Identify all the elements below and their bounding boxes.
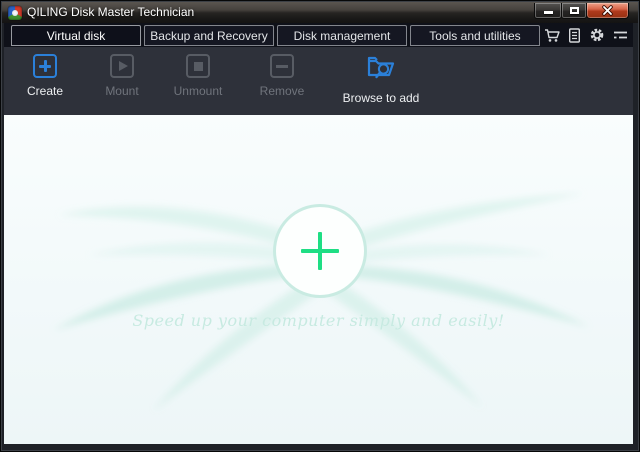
mount-label: Mount	[105, 84, 139, 98]
tab-label: Backup and Recovery	[150, 28, 268, 43]
tab-bar: Virtual disk Backup and Recovery Disk ma…	[4, 23, 633, 47]
remove-label: Remove	[259, 84, 305, 98]
unmount-icon	[186, 54, 210, 78]
app-logo-icon	[8, 6, 22, 20]
add-virtual-disk-button[interactable]	[273, 204, 367, 298]
tab-backup-and-recovery[interactable]: Backup and Recovery	[144, 25, 274, 46]
unmount-button[interactable]: Unmount	[163, 54, 233, 98]
tab-label: Disk management	[293, 28, 391, 43]
create-button[interactable]: Create	[15, 54, 75, 98]
minimize-button[interactable]	[534, 3, 562, 19]
mount-button[interactable]: Mount	[90, 54, 154, 98]
tagline: Speed up your computer simply and easily…	[132, 311, 505, 330]
main-content: Speed up your computer simply and easily…	[4, 115, 633, 444]
create-label: Create	[26, 84, 64, 98]
tab-virtual-disk[interactable]: Virtual disk	[11, 25, 141, 46]
tab-disk-management[interactable]: Disk management	[277, 25, 407, 46]
maximize-button[interactable]	[561, 3, 587, 19]
close-button[interactable]	[586, 3, 629, 19]
tab-tools-and-utilities[interactable]: Tools and utilities	[410, 25, 540, 46]
create-icon	[33, 54, 57, 78]
cart-icon[interactable]	[544, 28, 560, 43]
app-window: QILING Disk Master Technician Virtual di…	[0, 0, 640, 452]
remove-button[interactable]: Remove	[248, 54, 316, 98]
tab-label: Virtual disk	[46, 28, 106, 43]
header-icon-group	[544, 23, 628, 47]
unmount-label: Unmount	[173, 84, 223, 98]
remove-icon	[270, 54, 294, 78]
titlebar[interactable]: QILING Disk Master Technician	[2, 2, 638, 23]
window-title: QILING Disk Master Technician	[27, 5, 195, 19]
menu-icon[interactable]	[613, 29, 628, 41]
minimize-icon	[543, 11, 553, 14]
settings-gear-icon[interactable]	[589, 27, 605, 43]
browse-to-add-label: Browse to add	[342, 91, 420, 105]
license-icon[interactable]	[568, 27, 581, 43]
tab-label: Tools and utilities	[429, 28, 521, 43]
maximize-icon	[569, 7, 579, 14]
close-icon	[602, 5, 613, 16]
toolbar: Create Mount Unmount Remove Browse to ad…	[4, 47, 633, 115]
window-controls	[534, 3, 629, 19]
browse-to-add-icon	[367, 56, 395, 79]
browse-to-add-button[interactable]: Browse to add	[331, 54, 431, 105]
add-icon	[318, 232, 322, 270]
mount-icon	[110, 54, 134, 78]
